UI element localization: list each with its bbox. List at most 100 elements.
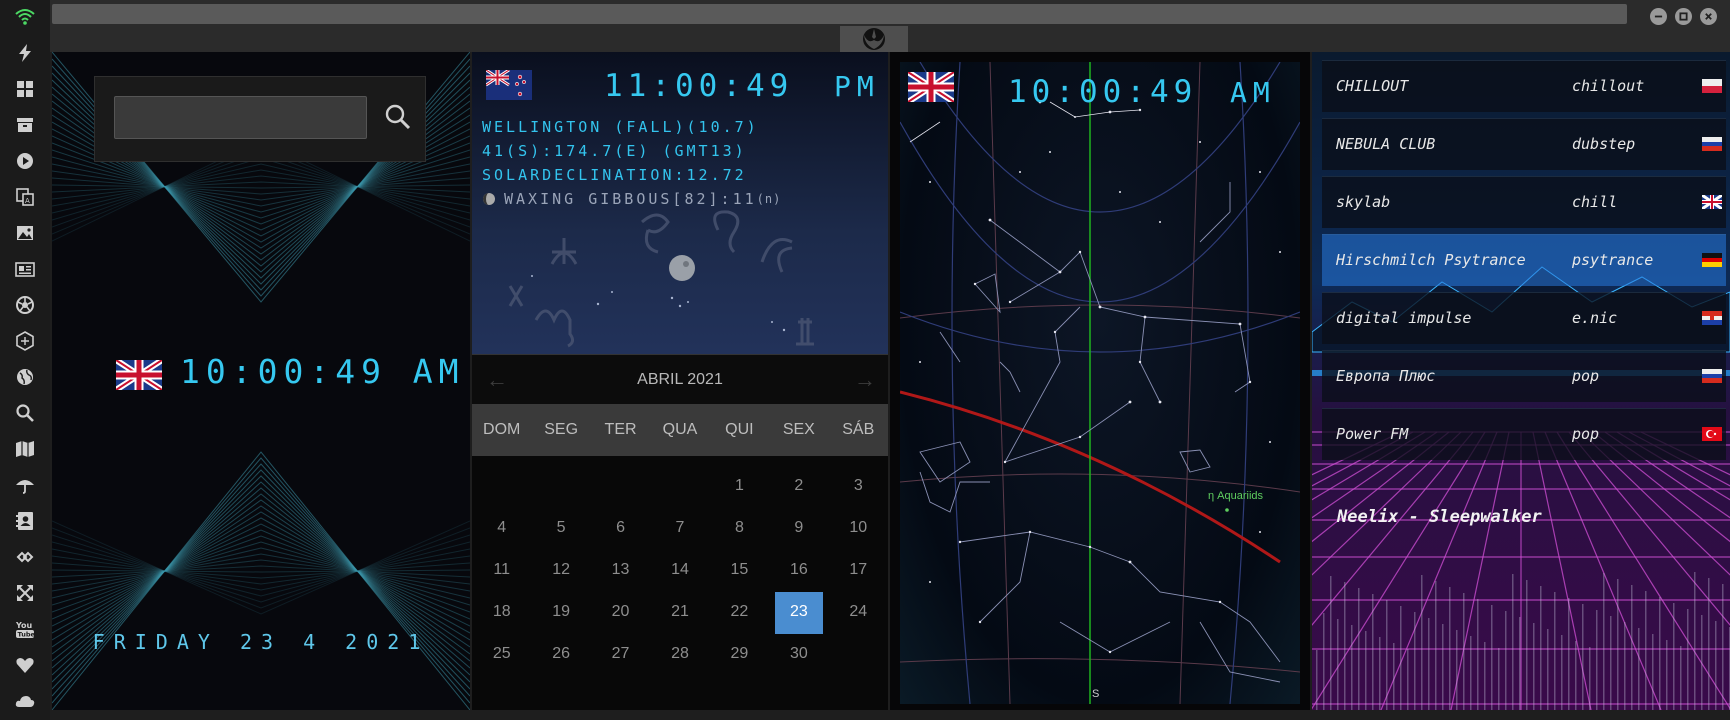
- calendar-day[interactable]: 20: [597, 592, 644, 634]
- image-icon[interactable]: [12, 220, 38, 246]
- calendar-day-today[interactable]: 23: [775, 592, 823, 634]
- calendar-month: ABRIL 2021: [637, 371, 723, 388]
- calendar-day[interactable]: 17: [835, 550, 882, 592]
- maximize-button[interactable]: [1675, 8, 1692, 25]
- weekday-header: QUI: [725, 421, 754, 438]
- lightning-icon[interactable]: [12, 40, 38, 66]
- sky-chart[interactable]: [900, 62, 1300, 704]
- calendar-day[interactable]: 11: [478, 550, 525, 592]
- zodiac-decoration: [508, 210, 814, 348]
- link-icon[interactable]: [12, 544, 38, 570]
- station-name: Hirschmilch Psytrance: [1336, 251, 1526, 269]
- direction-label: S: [1092, 688, 1100, 700]
- station-name: Европа Плюс: [1336, 367, 1436, 385]
- station-row[interactable]: Power FM pop: [1322, 408, 1726, 460]
- calendar-day[interactable]: 14: [656, 550, 703, 592]
- calendar-day[interactable]: 29: [716, 634, 763, 676]
- calendar-day[interactable]: 9: [775, 508, 822, 550]
- russia-flag-icon: [1702, 369, 1722, 383]
- uk-flag-icon: [908, 72, 954, 102]
- windows-icon[interactable]: [12, 76, 38, 102]
- calendar-day[interactable]: 25: [478, 634, 525, 676]
- cloud-icon[interactable]: [12, 688, 38, 714]
- moon-phase-text: WAXING GIBBOUS[82]:11: [504, 190, 757, 208]
- youtube-icon[interactable]: You Tube: [12, 616, 38, 642]
- next-month-button[interactable]: →: [854, 367, 876, 393]
- close-button[interactable]: [1700, 8, 1717, 25]
- wifi-icon[interactable]: [12, 4, 38, 30]
- weekday-header: SEX: [782, 421, 815, 438]
- news-icon[interactable]: [12, 256, 38, 282]
- search-icon[interactable]: [12, 400, 38, 426]
- calendar-day[interactable]: 30: [775, 634, 822, 676]
- wellington-ampm: PM: [834, 70, 880, 103]
- calendar-day[interactable]: 4: [478, 508, 525, 550]
- world-clock-panel: 11:00:49 PM WELLINGTON (FALL)(10.7) 41(S…: [472, 52, 888, 710]
- calendar-day[interactable]: 6: [597, 508, 644, 550]
- weekday-header: QUA: [662, 421, 698, 438]
- calendar-day[interactable]: 27: [597, 634, 644, 676]
- coordinates-line: 41(S):174.7(E) (GMT13): [482, 142, 747, 160]
- address-bar[interactable]: [52, 4, 1627, 24]
- uk-flag-icon: [1702, 195, 1722, 209]
- uk-ampm: AM: [1230, 76, 1276, 109]
- station-row[interactable]: Hirschmilch Psytrance psytrance: [1322, 234, 1726, 286]
- search-input[interactable]: [114, 96, 367, 139]
- station-name: Power FM: [1336, 425, 1409, 443]
- home-time: 10:00:49 AM: [180, 352, 465, 391]
- heart-icon[interactable]: [12, 652, 38, 678]
- rebel-alliance-icon: [863, 28, 885, 50]
- station-row[interactable]: NEBULA CLUB dubstep: [1322, 118, 1726, 170]
- calendar-day[interactable]: 19: [537, 592, 584, 634]
- calendar-day[interactable]: 16: [775, 550, 822, 592]
- calendar-day[interactable]: 24: [835, 592, 882, 634]
- svg-text:Tube: Tube: [18, 631, 36, 639]
- station-row[interactable]: CHILLOUT chillout: [1322, 60, 1726, 112]
- station-genre: pop: [1572, 425, 1600, 443]
- aperture-icon[interactable]: [12, 292, 38, 318]
- calendar-day[interactable]: 26: [537, 634, 584, 676]
- play-icon[interactable]: [12, 148, 38, 174]
- station-genre: psytrance: [1572, 251, 1654, 269]
- calendar-day[interactable]: 8: [716, 508, 763, 550]
- minimize-button[interactable]: [1650, 8, 1667, 25]
- calendar-day[interactable]: 3: [835, 466, 882, 508]
- russia-flag-icon: [1702, 137, 1722, 151]
- hexagon-icon[interactable]: [12, 328, 38, 354]
- weekday-header: SEG: [544, 421, 579, 438]
- search-icon: [385, 104, 411, 130]
- station-row[interactable]: Европа Плюс pop: [1322, 350, 1726, 402]
- calendar-weekdays: DOM SEG TER QUA QUI SEX SÁB: [472, 404, 888, 456]
- calendar-day[interactable]: 12: [537, 550, 584, 592]
- expand-icon[interactable]: [12, 580, 38, 606]
- map-icon[interactable]: [12, 436, 38, 462]
- station-name: skylab: [1336, 193, 1391, 211]
- calendar-day[interactable]: 5: [537, 508, 584, 550]
- calendar-day[interactable]: 21: [656, 592, 703, 634]
- calendar-day[interactable]: 10: [835, 508, 882, 550]
- calendar-day[interactable]: 22: [716, 592, 763, 634]
- location-line: WELLINGTON (FALL)(10.7): [482, 118, 759, 136]
- radio-panel: CHILLOUT chillout NEBULA CLUB dubstep skylab…: [1312, 52, 1730, 710]
- meteor-shower-label: η Aquariids: [1208, 490, 1264, 502]
- calendar-day[interactable]: 7: [656, 508, 703, 550]
- archive-icon[interactable]: [12, 112, 38, 138]
- calendar-day[interactable]: 28: [656, 634, 703, 676]
- station-row[interactable]: digital impulse e.nic: [1322, 292, 1726, 344]
- wellington-time: 11:00:49: [604, 68, 794, 104]
- constellation-map: [900, 62, 1300, 704]
- calendar-day[interactable]: 13: [597, 550, 644, 592]
- search-button[interactable]: [380, 99, 416, 135]
- contact-icon[interactable]: [12, 508, 38, 534]
- calendar-day[interactable]: 1: [716, 466, 763, 508]
- calendar-day[interactable]: 18: [478, 592, 525, 634]
- calendar-day[interactable]: 15: [716, 550, 763, 592]
- umbrella-icon[interactable]: [12, 472, 38, 498]
- calendar-empty-cell: [656, 466, 703, 508]
- calendar-day[interactable]: 2: [775, 466, 822, 508]
- translate-icon[interactable]: A: [12, 184, 38, 210]
- station-row[interactable]: skylab chill: [1322, 176, 1726, 228]
- globe-icon[interactable]: [12, 364, 38, 390]
- rebel-logo-tab[interactable]: [840, 26, 908, 52]
- germany-flag-icon: [1702, 253, 1722, 267]
